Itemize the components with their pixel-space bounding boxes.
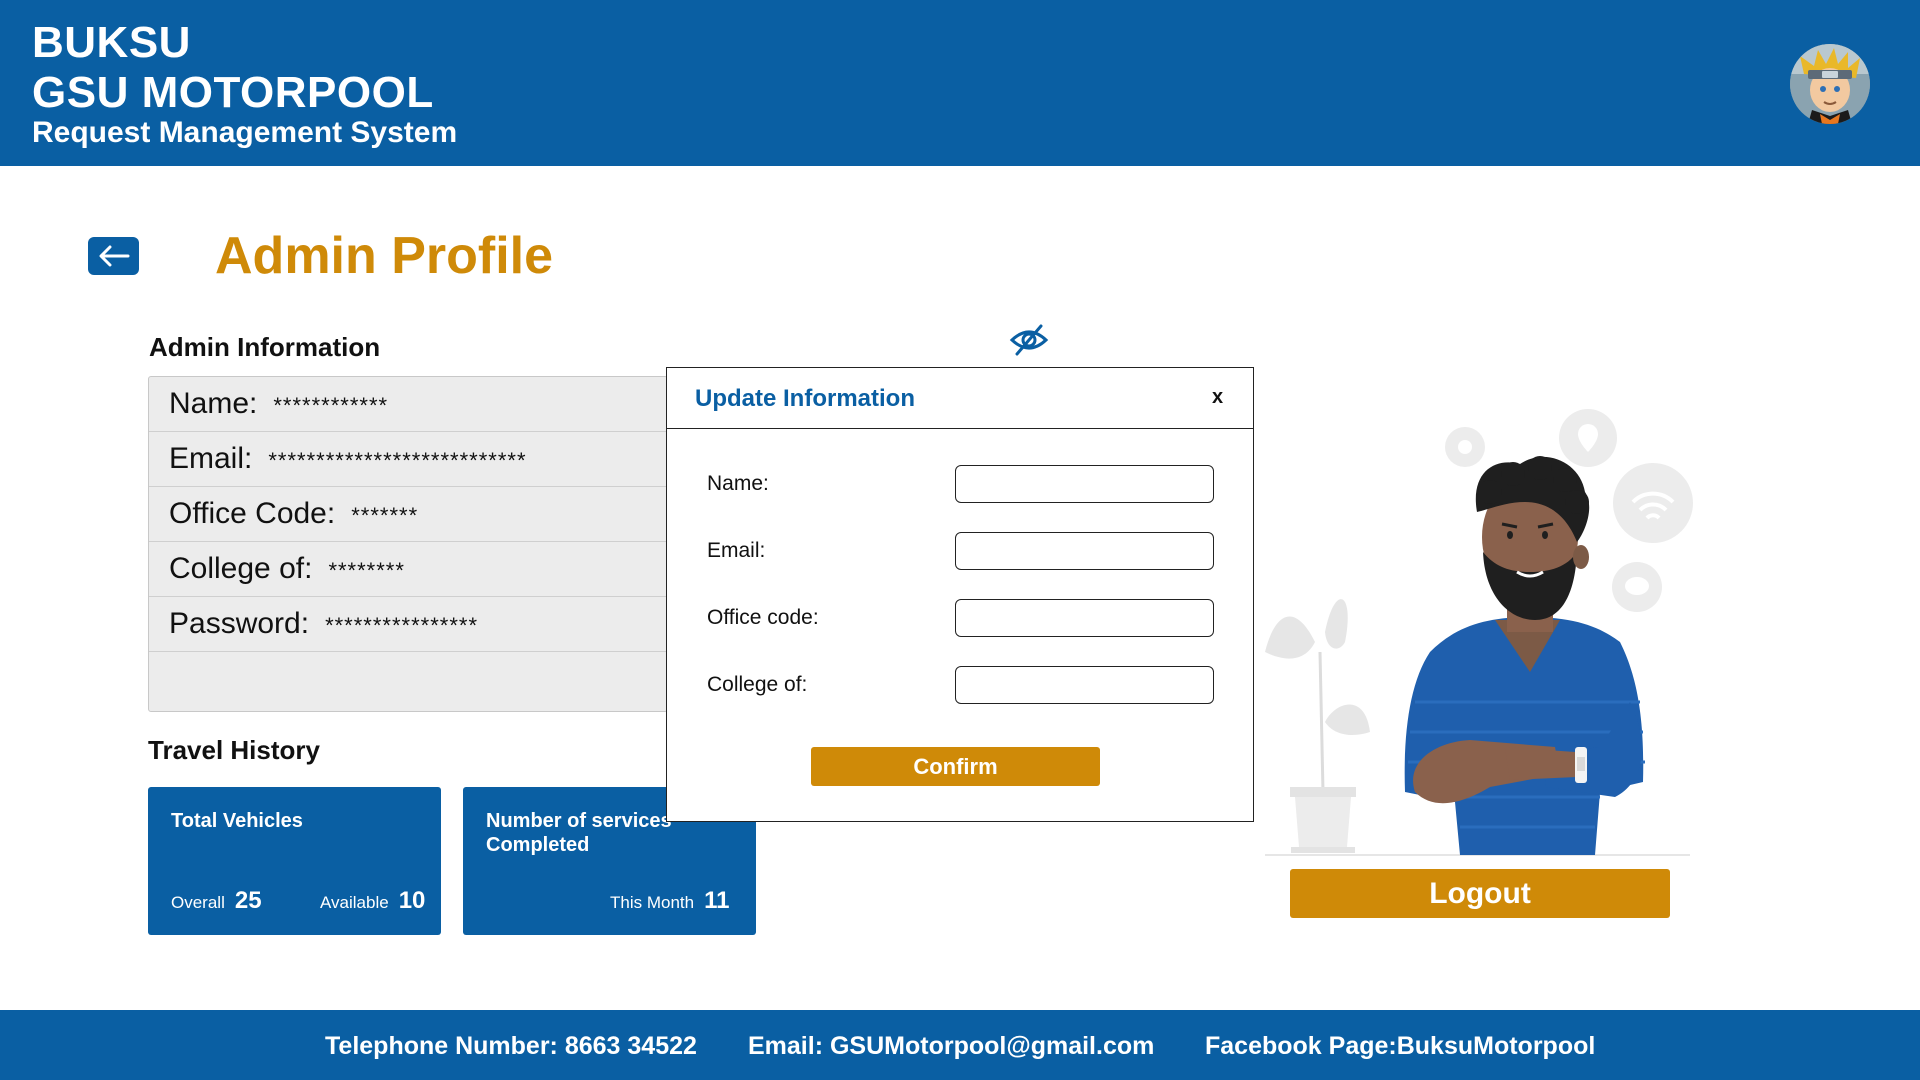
available-stat: Available 10 xyxy=(320,887,425,915)
stat-label: Overall xyxy=(171,893,225,912)
this-month-stat: This Month 11 xyxy=(610,887,729,915)
travel-history-heading: Travel History xyxy=(148,735,320,765)
brand-subtitle: GSU MOTORPOOL xyxy=(32,68,434,117)
office-code-input[interactable] xyxy=(955,599,1214,637)
modal-title: Update Information xyxy=(695,385,915,412)
close-button[interactable]: x xyxy=(1212,386,1223,409)
info-row-password: Password: **************** xyxy=(149,597,667,652)
stat-value: 25 xyxy=(234,887,262,914)
info-label: Password: xyxy=(169,607,310,640)
info-label: College of: xyxy=(169,552,313,585)
info-value: ************ xyxy=(273,393,389,418)
info-value: ******** xyxy=(328,558,405,583)
brand-name: BUKSU xyxy=(32,18,191,67)
college-field-label: College of: xyxy=(707,673,808,696)
stat-label: Available xyxy=(320,893,389,912)
arrow-left-icon xyxy=(99,245,129,267)
info-label: Email: xyxy=(169,442,253,475)
avatar-image xyxy=(1790,44,1870,124)
footer: Telephone Number: 8663 34522 Email: GSUM… xyxy=(0,1010,1920,1080)
overall-stat: Overall 25 xyxy=(171,887,262,915)
update-information-modal: Update Information x Name: Email: Office… xyxy=(666,367,1254,822)
name-input[interactable] xyxy=(955,465,1214,503)
stat-value: 11 xyxy=(704,887,730,914)
email-field-label: Email: xyxy=(707,539,766,562)
info-row-college: College of: ******** xyxy=(149,542,667,597)
total-vehicles-card: Total Vehicles Overall 25 Available 10 xyxy=(148,787,441,935)
page-title: Admin Profile xyxy=(215,227,554,285)
info-row-office-code: Office Code: ******* xyxy=(149,487,667,542)
admin-information-heading: Admin Information xyxy=(149,332,381,362)
name-field-label: Name: xyxy=(707,472,769,495)
info-label: Name: xyxy=(169,387,258,420)
admin-info-panel: Name: ************ Email: **************… xyxy=(148,376,668,712)
top-header: BUKSU GSU MOTORPOOL Request Management S… xyxy=(0,0,1920,166)
logout-button[interactable]: Logout xyxy=(1290,869,1670,918)
card-title: Total Vehicles xyxy=(171,810,303,832)
footer-email[interactable]: Email: GSUMotorpool@gmail.com xyxy=(748,1032,1154,1061)
office-code-field-label: Office code: xyxy=(707,606,819,629)
info-value: **************** xyxy=(325,613,479,638)
info-value: *************************** xyxy=(268,448,527,473)
stat-label: This Month xyxy=(610,893,695,912)
admin-profile-page: BUKSU GSU MOTORPOOL Request Management S… xyxy=(0,0,1920,1080)
college-input[interactable] xyxy=(955,666,1214,704)
footer-telephone: Telephone Number: 8663 34522 xyxy=(325,1032,697,1060)
person-illustration xyxy=(1255,402,1695,862)
info-row-name: Name: ************ xyxy=(149,377,667,432)
user-avatar[interactable] xyxy=(1790,44,1870,124)
info-label: Office Code: xyxy=(169,497,336,530)
info-value: ******* xyxy=(351,503,419,528)
system-name: Request Management System xyxy=(32,116,458,149)
person-checking-watch-illustration xyxy=(1265,409,1693,856)
stat-value: 10 xyxy=(398,887,426,914)
modal-header: Update Information x xyxy=(667,368,1253,429)
footer-facebook[interactable]: Facebook Page:BuksuMotorpool xyxy=(1205,1032,1595,1061)
eye-slash-icon[interactable] xyxy=(1009,320,1049,360)
email-input[interactable] xyxy=(955,532,1214,570)
confirm-button[interactable]: Confirm xyxy=(811,747,1100,786)
back-button[interactable] xyxy=(88,237,139,275)
info-row-email: Email: *************************** xyxy=(149,432,667,487)
eye-slash-icon-graphic xyxy=(1009,324,1049,356)
